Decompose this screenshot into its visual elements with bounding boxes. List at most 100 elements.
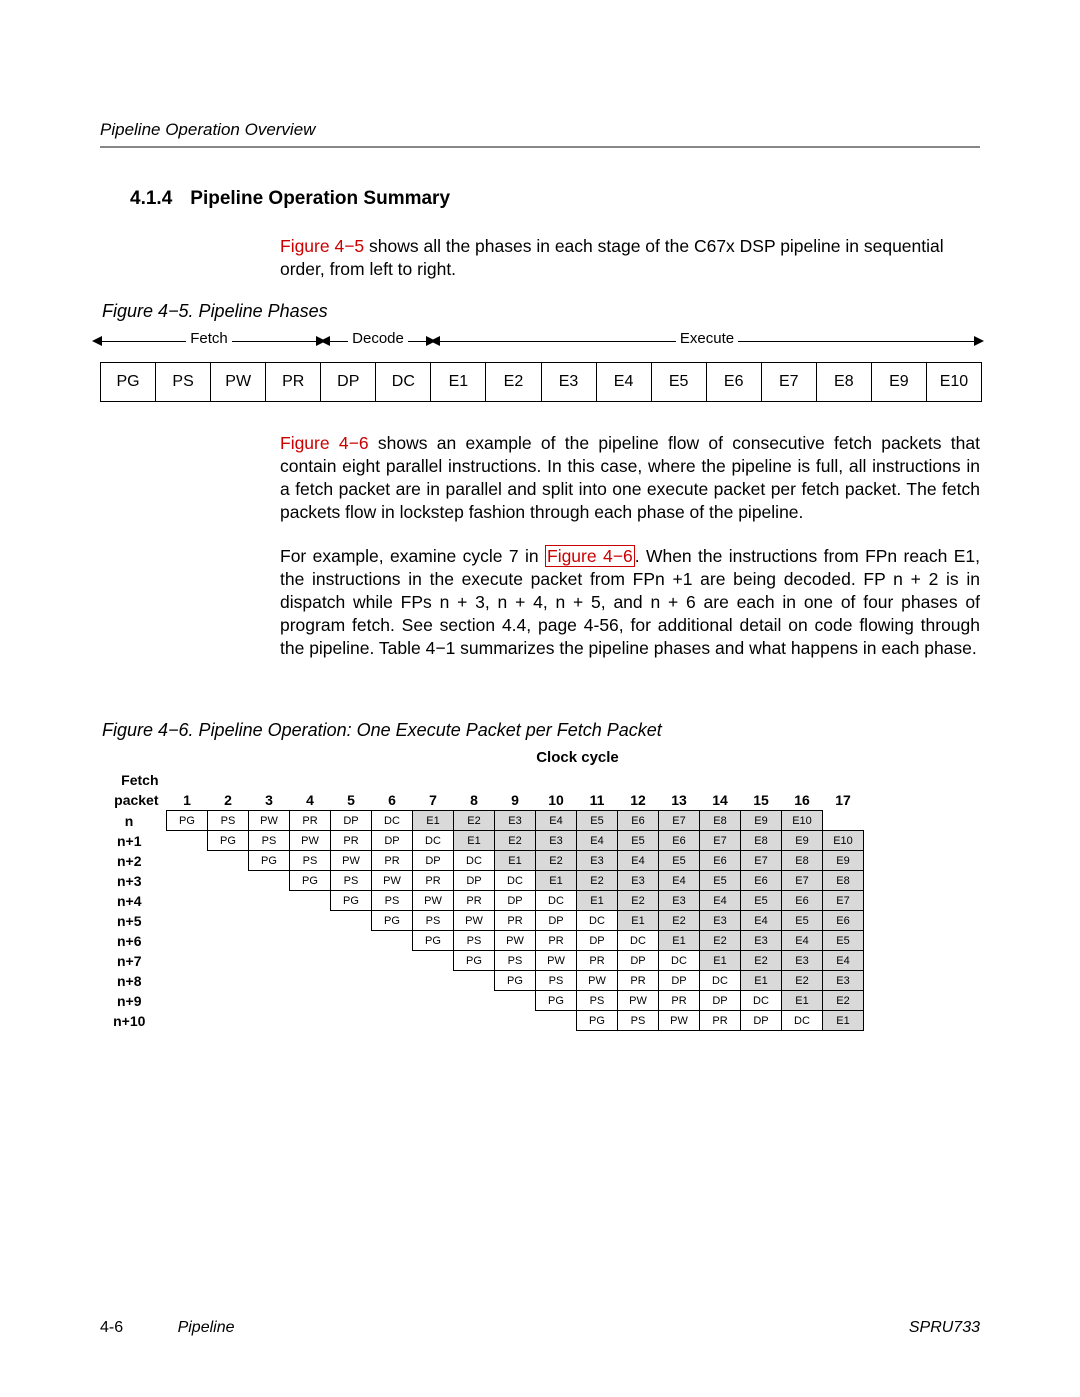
pipeline-phase-cell: DP (331, 811, 372, 831)
footer-chapter: Pipeline (178, 1319, 235, 1336)
pipeline-phase-cell: PS (454, 931, 495, 951)
pipeline-phase-cell: PS (290, 851, 331, 871)
phase-cell: E2 (486, 363, 541, 401)
pipeline-phase-cell: PR (331, 831, 372, 851)
pipeline-phase-cell: PR (495, 911, 536, 931)
fetch-packet-row-label: n+7 (100, 951, 167, 971)
figure-ref-4-5[interactable]: Figure 4−5 (280, 236, 364, 256)
clock-col-header: 8 (454, 790, 495, 811)
pipeline-phase-cell: E5 (700, 871, 741, 891)
pipeline-phase-cell: DP (413, 851, 454, 871)
phase-cell: PG (101, 363, 156, 401)
pipeline-phase-cell: PG (536, 991, 577, 1011)
pipeline-phase-cell: E7 (782, 871, 823, 891)
footer-page-number: 4-6 (100, 1319, 123, 1336)
pipeline-phase-cell: PW (495, 931, 536, 951)
figure-ref-4-6-a[interactable]: Figure 4−6 (280, 433, 369, 453)
phase-cell: E4 (597, 363, 652, 401)
pipeline-phase-cell: E8 (823, 871, 864, 891)
pipeline-phase-cell: E5 (618, 831, 659, 851)
pipeline-phase-cell: E3 (700, 911, 741, 931)
pipeline-phase-cell: PW (249, 811, 290, 831)
fetch-packet-row-label: n+3 (100, 871, 167, 891)
pipeline-phase-cell: E3 (577, 851, 618, 871)
clock-cycle-title: Clock cycle (175, 749, 980, 766)
pipeline-phase-cell: E8 (700, 811, 741, 831)
pipeline-phase-cell: PS (208, 811, 249, 831)
pipeline-phase-cell: DC (454, 851, 495, 871)
pipeline-phase-cell: PG (372, 911, 413, 931)
pipeline-phase-cell: DP (741, 1011, 782, 1031)
pipeline-phase-cell: DC (372, 811, 413, 831)
pipeline-phase-cell: PS (372, 891, 413, 911)
fetch-packet-row-label: n+5 (100, 911, 167, 931)
pipeline-phase-cell: E1 (454, 831, 495, 851)
pipeline-phase-cell: E2 (577, 871, 618, 891)
pipeline-phase-cell: PG (208, 831, 249, 851)
pipeline-phase-cell: PG (495, 971, 536, 991)
fetch-packet-row-label: n+2 (100, 851, 167, 871)
pipeline-phase-cell: E3 (741, 931, 782, 951)
clock-col-header: 16 (782, 790, 823, 811)
pipeline-phase-cell: E2 (536, 851, 577, 871)
pipeline-phase-cell: PR (413, 871, 454, 891)
pipeline-phase-cell: PW (290, 831, 331, 851)
section-heading: 4.1.4 Pipeline Operation Summary (130, 188, 980, 210)
section-title: Pipeline Operation Summary (190, 188, 450, 209)
pipeline-phase-cell: E6 (741, 871, 782, 891)
pipeline-phase-cell: E2 (618, 891, 659, 911)
pipeline-phase-cell: E3 (618, 871, 659, 891)
pipeline-phase-cell: DC (495, 871, 536, 891)
pipeline-phase-cell: E4 (700, 891, 741, 911)
pipeline-phase-cell: E1 (823, 1011, 864, 1031)
pipeline-phase-cell: E4 (741, 911, 782, 931)
clock-col-header: 12 (618, 790, 659, 811)
pipeline-phase-cell: DC (659, 951, 700, 971)
section-number: 4.1.4 (130, 188, 185, 210)
pipeline-phase-cell: E8 (741, 831, 782, 851)
figure-4-6-caption: Figure 4−6. Pipeline Operation: One Exec… (102, 720, 980, 741)
footer-docid: SPRU733 (909, 1319, 980, 1337)
paragraph-2: Figure 4−6 shows an example of the pipel… (280, 432, 980, 524)
pipeline-phase-cell: E7 (741, 851, 782, 871)
clock-col-header: 4 (290, 790, 331, 811)
phase-cell: E3 (542, 363, 597, 401)
pipeline-phase-cell: E1 (495, 851, 536, 871)
pipeline-phase-cell: E7 (700, 831, 741, 851)
pipeline-phase-cell: E2 (782, 971, 823, 991)
figure-ref-4-6-b[interactable]: Figure 4−6 (545, 545, 635, 567)
page-footer: 4-6 Pipeline SPRU733 (100, 1319, 980, 1337)
fetch-packet-row-label: n (100, 811, 167, 831)
pipeline-phase-cell: E4 (618, 851, 659, 871)
pipeline-phase-cell: E1 (782, 991, 823, 1011)
pipeline-phase-cell: PR (700, 1011, 741, 1031)
clock-col-header: 6 (372, 790, 413, 811)
pipeline-phase-cell: E3 (536, 831, 577, 851)
paragraph-3: For example, examine cycle 7 in Figure 4… (280, 545, 980, 660)
clock-col-header: 9 (495, 790, 536, 811)
pipeline-phase-cell: DP (659, 971, 700, 991)
pipeline-phase-cell: E5 (577, 811, 618, 831)
pipeline-phase-cell: E4 (823, 951, 864, 971)
pipeline-phase-cell: E4 (659, 871, 700, 891)
pipeline-phase-cell: E2 (700, 931, 741, 951)
running-header: Pipeline Operation Overview (100, 120, 980, 140)
clock-col-header: 2 (208, 790, 249, 811)
pipeline-phase-cell: PR (454, 891, 495, 911)
fetch-packet-row-label: n+4 (100, 891, 167, 911)
pipeline-phase-cell: E2 (454, 811, 495, 831)
phase-cell: PW (211, 363, 266, 401)
pipeline-phase-cell: E1 (413, 811, 454, 831)
pipeline-phase-cell: PR (290, 811, 331, 831)
pipeline-phase-cell: PW (577, 971, 618, 991)
figure-4-5-caption: Figure 4−5. Pipeline Phases (102, 301, 980, 322)
pipeline-phase-cell: DC (618, 931, 659, 951)
pipeline-phase-cell: PS (577, 991, 618, 1011)
clock-col-header: 1 (167, 790, 208, 811)
pipeline-phase-cell: PG (577, 1011, 618, 1031)
phase-cell: E1 (431, 363, 486, 401)
pipeline-phase-cell: E1 (741, 971, 782, 991)
pipeline-phase-cell: E6 (782, 891, 823, 911)
pipeline-phase-cell: PS (536, 971, 577, 991)
pipeline-phase-cell: PW (454, 911, 495, 931)
